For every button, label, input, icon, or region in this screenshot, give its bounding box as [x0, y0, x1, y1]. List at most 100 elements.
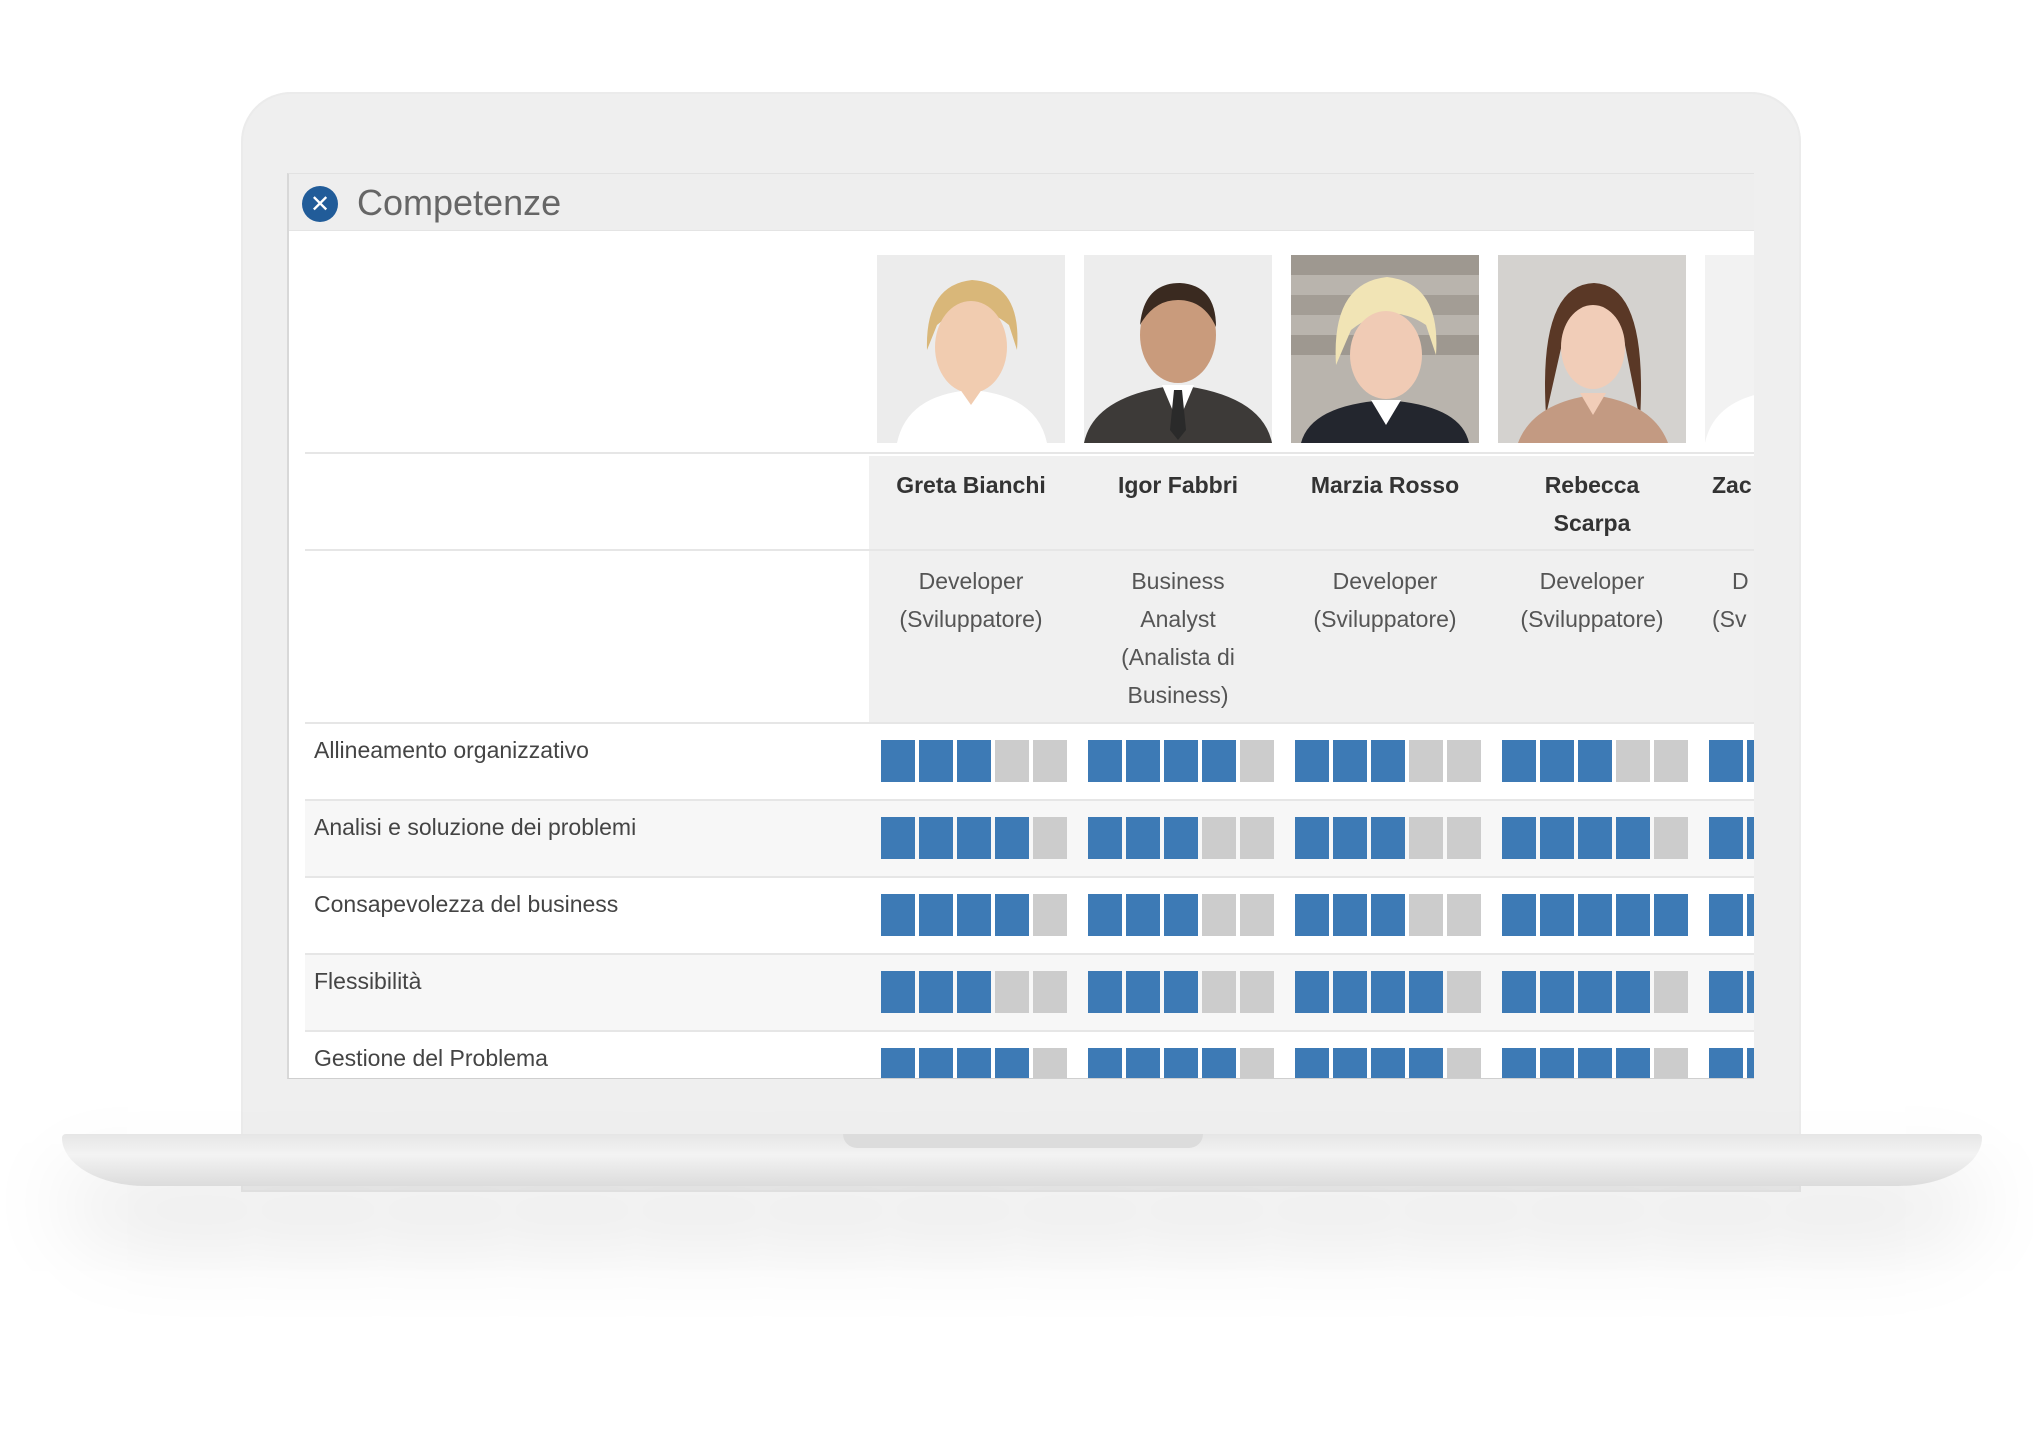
person-role: Developer (Sviluppatore) — [1497, 562, 1687, 638]
role-line: (Sviluppatore) — [1520, 606, 1664, 632]
rating-segment-empty — [1240, 1048, 1274, 1078]
rating-segment-filled — [881, 740, 915, 782]
skill-rating-bar — [1502, 1048, 1688, 1078]
rating-segment-empty — [1240, 740, 1274, 782]
skill-rating-bar — [881, 1048, 1067, 1078]
rating-segment-filled — [1371, 817, 1405, 859]
rating-segment-filled — [1540, 817, 1574, 859]
rating-segment-filled — [881, 894, 915, 936]
divider — [305, 799, 1754, 801]
rating-segment-empty — [1409, 817, 1443, 859]
rating-segment-filled — [1126, 894, 1160, 936]
divider — [305, 452, 1754, 454]
rating-segment-filled — [1295, 740, 1329, 782]
skill-rating-bar — [1295, 817, 1481, 859]
rating-segment-filled — [1371, 1048, 1405, 1078]
person-name: Zac — [1712, 472, 1752, 498]
rating-segment-filled — [1709, 971, 1743, 1013]
skill-rating-bar — [881, 894, 1067, 936]
role-line: (Sviluppatore) — [899, 606, 1043, 632]
skill-rating-bar — [1709, 817, 1754, 859]
person-role: D (Sv — [1704, 562, 1754, 638]
rating-segment-filled — [1088, 971, 1122, 1013]
rating-segment-empty — [1616, 740, 1650, 782]
skill-rating-bar — [1295, 1048, 1481, 1078]
rating-segment-filled — [881, 1048, 915, 1078]
person-role: Developer (Sviluppatore) — [876, 562, 1066, 638]
rating-segment-empty — [995, 740, 1029, 782]
role-line: (Sviluppatore) — [1313, 606, 1457, 632]
skill-label: Analisi e soluzione dei problemi — [314, 814, 637, 840]
skill-rating-bar — [1088, 971, 1274, 1013]
rating-segment-filled — [1578, 817, 1612, 859]
skill-rating-bar — [881, 817, 1067, 859]
rating-segment-filled — [1540, 740, 1574, 782]
rating-segment-empty — [1447, 894, 1481, 936]
person-name: Marzia Rosso — [1310, 472, 1460, 498]
rating-segment-filled — [957, 971, 991, 1013]
rating-segment-filled — [1088, 817, 1122, 859]
avatar-greta-bianchi — [877, 255, 1065, 443]
rating-segment-filled — [1540, 971, 1574, 1013]
role-line: (Analista di — [1121, 644, 1235, 670]
rating-segment-filled — [919, 740, 953, 782]
person-name: Greta Bianchi — [896, 472, 1046, 498]
rating-segment-filled — [1747, 971, 1754, 1013]
rating-segment-filled — [1088, 1048, 1122, 1078]
laptop-notch — [843, 1134, 1203, 1148]
rating-segment-filled — [1747, 740, 1754, 782]
rating-segment-filled — [881, 971, 915, 1013]
rating-segment-filled — [1088, 894, 1122, 936]
skill-rating-bar — [1502, 817, 1688, 859]
close-circle-icon[interactable]: ✕ — [302, 186, 338, 222]
rating-segment-filled — [957, 740, 991, 782]
rating-segment-filled — [919, 1048, 953, 1078]
rating-segment-filled — [919, 894, 953, 936]
rating-segment-filled — [1164, 1048, 1198, 1078]
skill-rating-bar — [1502, 894, 1688, 936]
rating-segment-filled — [1202, 740, 1236, 782]
rating-segment-filled — [1616, 971, 1650, 1013]
rating-segment-filled — [919, 817, 953, 859]
rating-segment-empty — [1654, 740, 1688, 782]
rating-segment-filled — [919, 971, 953, 1013]
rating-segment-empty — [1447, 1048, 1481, 1078]
role-line: Developer — [1332, 568, 1438, 594]
skill-rating-bar — [1088, 894, 1274, 936]
rating-segment-filled — [1502, 971, 1536, 1013]
skill-rating-bar — [1295, 971, 1481, 1013]
rating-segment-filled — [1616, 817, 1650, 859]
rating-segment-empty — [1202, 894, 1236, 936]
divider — [305, 876, 1754, 878]
skill-label: Allineamento organizzativo — [314, 737, 589, 763]
rating-segment-filled — [1578, 971, 1612, 1013]
rating-segment-filled — [1409, 1048, 1443, 1078]
rating-segment-filled — [1502, 894, 1536, 936]
person-role: Business Analyst (Analista di Business) — [1083, 562, 1273, 714]
rating-segment-filled — [1502, 1048, 1536, 1078]
rating-segment-filled — [995, 894, 1029, 936]
skill-rating-bar — [1088, 817, 1274, 859]
rating-segment-filled — [1333, 817, 1367, 859]
rating-segment-filled — [1616, 894, 1650, 936]
rating-segment-filled — [1126, 1048, 1160, 1078]
rating-segment-filled — [1747, 1048, 1754, 1078]
skill-label: Consapevolezza del business — [314, 891, 619, 917]
skill-rating-bar — [1709, 740, 1754, 782]
role-line: D — [1732, 568, 1749, 594]
rating-segment-filled — [1709, 1048, 1743, 1078]
rating-segment-empty — [1240, 894, 1274, 936]
divider — [305, 549, 1754, 551]
rating-segment-empty — [1033, 894, 1067, 936]
rating-segment-empty — [1447, 817, 1481, 859]
rating-segment-empty — [1654, 971, 1688, 1013]
rating-segment-filled — [1295, 1048, 1329, 1078]
rating-segment-filled — [1333, 971, 1367, 1013]
rating-segment-filled — [1126, 971, 1160, 1013]
rating-segment-empty — [1654, 817, 1688, 859]
skill-label: Flessibilità — [314, 968, 422, 994]
rating-segment-empty — [1033, 817, 1067, 859]
rating-segment-empty — [1240, 971, 1274, 1013]
rating-segment-filled — [1088, 740, 1122, 782]
avatar-zac — [1705, 255, 1754, 443]
